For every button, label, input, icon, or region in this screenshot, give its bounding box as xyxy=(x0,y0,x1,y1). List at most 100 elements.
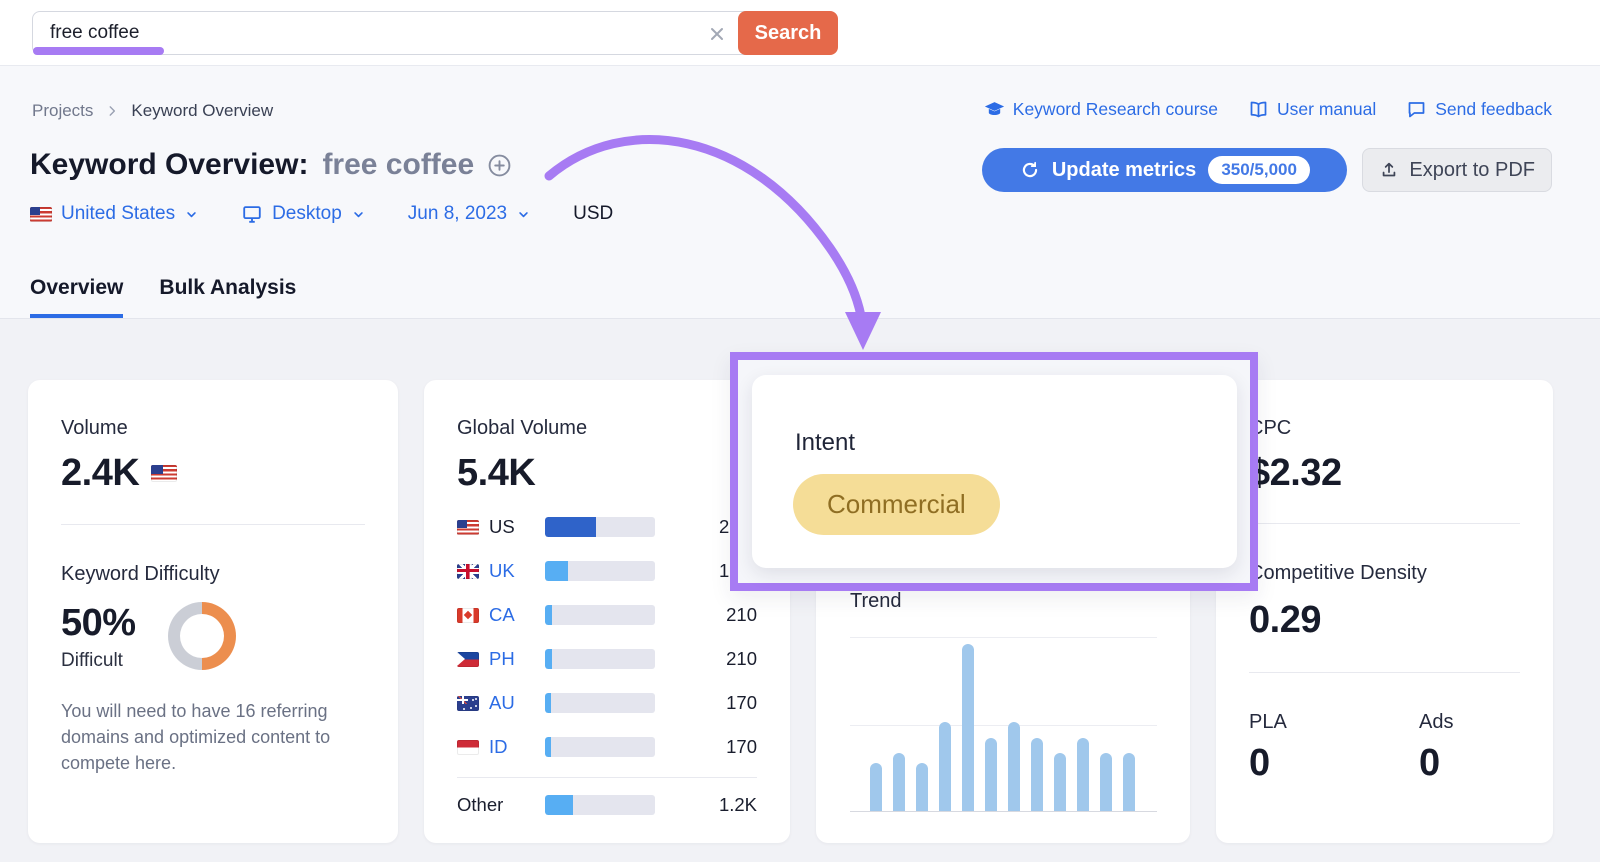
trend-bar xyxy=(1100,753,1112,811)
trend-bar xyxy=(916,763,928,811)
search-button[interactable]: Search xyxy=(738,11,838,55)
plus-circle-icon[interactable] xyxy=(486,152,513,179)
volume-bar-fill xyxy=(545,795,573,815)
country-row: PH 210 xyxy=(457,645,757,673)
page-title: Keyword Overview: xyxy=(30,148,308,182)
country-label[interactable]: CA xyxy=(489,604,545,626)
volume-bar-fill xyxy=(545,737,551,757)
trend-bar xyxy=(1077,738,1089,811)
breadcrumb: Projects Keyword Overview xyxy=(32,101,273,121)
search-input-value: free coffee xyxy=(33,22,139,44)
divider xyxy=(457,777,757,778)
id-flag-icon xyxy=(457,740,479,755)
us-flag-icon xyxy=(457,520,479,535)
export-icon xyxy=(1379,160,1399,180)
trend-bar xyxy=(1031,738,1043,811)
competitive-density-value: 0.29 xyxy=(1249,599,1520,642)
tab-bulk-analysis[interactable]: Bulk Analysis xyxy=(159,276,296,318)
ca-flag-icon xyxy=(457,608,479,623)
send-feedback-link[interactable]: Send feedback xyxy=(1406,99,1552,120)
country-volume-value[interactable]: 210 xyxy=(655,648,757,670)
ads-label: Ads xyxy=(1419,711,1453,734)
feedback-icon xyxy=(1406,99,1427,120)
currency-label: USD xyxy=(573,203,613,225)
pla-value: 0 xyxy=(1249,742,1361,785)
volume-bar xyxy=(545,561,655,581)
chevron-down-icon xyxy=(351,207,366,222)
volume-bar xyxy=(545,517,655,537)
volume-bar-fill xyxy=(545,605,552,625)
country-label[interactable]: UK xyxy=(489,560,545,582)
breadcrumb-projects[interactable]: Projects xyxy=(32,101,93,121)
trend-bar xyxy=(1123,753,1135,811)
country-label[interactable]: ID xyxy=(489,736,545,758)
top-search-bar: free coffee Search xyxy=(0,0,1600,66)
cpc-card: CPC $2.32 Competitive Density 0.29 PLA 0… xyxy=(1216,380,1553,843)
keyword-overview-page: free coffee Search Projects Keyword Over… xyxy=(0,0,1600,862)
volume-title: Volume xyxy=(61,417,365,440)
global-volume-title: Global Volume xyxy=(457,417,757,440)
country-label[interactable]: PH xyxy=(489,648,545,670)
course-icon xyxy=(984,99,1005,120)
country-row: Other1.2K xyxy=(457,791,757,819)
page-title-keyword: free coffee xyxy=(322,148,474,182)
device-filter-label: Desktop xyxy=(272,203,342,225)
cpc-value: $2.32 xyxy=(1249,452,1342,495)
country-row: US2.4K xyxy=(457,513,757,541)
global-volume-other-row: Other1.2K xyxy=(457,791,757,819)
volume-bar-fill xyxy=(545,561,568,581)
country-label: US xyxy=(489,516,545,538)
close-icon[interactable] xyxy=(707,24,727,44)
trend-bar xyxy=(985,738,997,811)
filter-bar: United States Desktop Jun 8, 2023 USD xyxy=(30,203,613,225)
trend-bar xyxy=(962,644,974,811)
country-row: UK1.1K xyxy=(457,557,757,585)
location-filter[interactable]: United States xyxy=(30,203,199,225)
export-label: Export to PDF xyxy=(1409,159,1535,182)
keyword-difficulty-level: Difficult xyxy=(61,650,136,672)
chevron-down-icon xyxy=(516,207,531,222)
divider xyxy=(1249,672,1520,673)
trend-bar xyxy=(870,763,882,811)
title-row: Keyword Overview: free coffee xyxy=(30,148,513,182)
volume-bar-fill xyxy=(545,517,596,537)
volume-bar xyxy=(545,737,655,757)
country-row: CA 210 xyxy=(457,601,757,629)
refresh-icon xyxy=(1020,160,1040,180)
country-label: Other xyxy=(457,794,545,816)
global-volume-value: 5.4K xyxy=(457,452,535,495)
difficulty-donut-chart xyxy=(168,602,236,670)
device-filter[interactable]: Desktop xyxy=(241,203,366,225)
export-to-pdf-button[interactable]: Export to PDF xyxy=(1362,148,1552,192)
trend-bar xyxy=(1008,722,1020,811)
trend-bar xyxy=(893,753,905,811)
ads-value: 0 xyxy=(1419,742,1453,785)
divider xyxy=(1249,523,1520,524)
tab-overview[interactable]: Overview xyxy=(30,276,123,318)
annotation-underline xyxy=(33,47,164,55)
keyword-research-course-link[interactable]: Keyword Research course xyxy=(984,99,1218,120)
update-quota-badge: 350/5,000 xyxy=(1208,156,1310,184)
update-metrics-button[interactable]: Update metrics 350/5,000 xyxy=(982,148,1347,192)
cpc-title: CPC xyxy=(1249,417,1520,440)
tabs: Overview Bulk Analysis xyxy=(30,276,296,318)
pla-label: PLA xyxy=(1249,711,1361,734)
trend-bar xyxy=(939,722,951,811)
chevron-right-icon xyxy=(105,104,119,118)
date-filter[interactable]: Jun 8, 2023 xyxy=(408,203,531,225)
country-volume-value[interactable]: 170 xyxy=(655,736,757,758)
intent-badge: Commercial xyxy=(793,474,1000,535)
country-label[interactable]: AU xyxy=(489,692,545,714)
user-manual-link[interactable]: User manual xyxy=(1248,99,1376,120)
divider xyxy=(61,524,365,525)
page-header: Projects Keyword Overview Keyword Resear… xyxy=(0,66,1600,319)
trend-chart xyxy=(850,637,1157,812)
trend-bars xyxy=(870,644,1135,811)
country-volume-value[interactable]: 210 xyxy=(655,604,757,626)
au-flag-icon xyxy=(457,696,479,711)
help-link-label: User manual xyxy=(1277,99,1376,120)
location-filter-label: United States xyxy=(61,203,175,225)
country-volume-value[interactable]: 170 xyxy=(655,692,757,714)
uk-flag-icon xyxy=(457,564,479,579)
keyword-difficulty-note: You will need to have 16 referring domai… xyxy=(61,698,365,776)
